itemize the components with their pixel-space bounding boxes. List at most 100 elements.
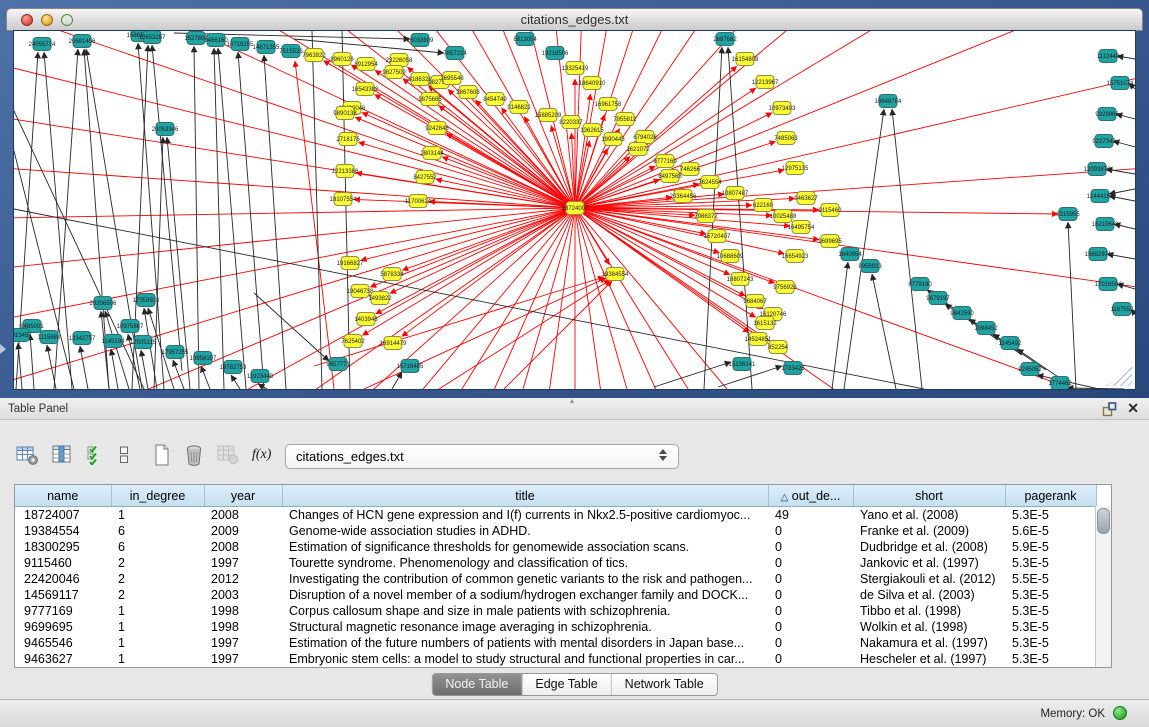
graph-node[interactable]: 8960128 bbox=[330, 53, 354, 66]
graph-edge[interactable] bbox=[832, 262, 848, 389]
graph-node[interactable]: 11700624 bbox=[405, 195, 432, 208]
graph-edge[interactable] bbox=[575, 31, 1135, 208]
graph-node[interactable]: 9679197 bbox=[926, 292, 950, 305]
graph-node[interactable]: 16495754 bbox=[788, 221, 815, 234]
graph-node[interactable]: 6497568 bbox=[658, 170, 682, 183]
graph-node[interactable]: 16782753 bbox=[220, 361, 247, 374]
graph-node[interactable]: 24055724 bbox=[29, 38, 56, 51]
graph-node[interactable]: 1145492 bbox=[999, 337, 1023, 350]
network-window-titlebar[interactable]: citations_edges.txt bbox=[6, 8, 1143, 31]
show-columns-icon[interactable] bbox=[52, 445, 73, 465]
scrollbar-thumb[interactable] bbox=[1097, 508, 1110, 534]
graph-node[interactable]: 8427552 bbox=[413, 171, 437, 184]
graph-node[interactable]: 622160 bbox=[753, 199, 774, 212]
select-columns-icon[interactable] bbox=[86, 445, 105, 465]
graph-node[interactable]: 8813054 bbox=[513, 33, 537, 46]
graph-edge[interactable] bbox=[575, 208, 1135, 389]
graph-node[interactable]: 7857224 bbox=[443, 47, 467, 60]
graph-node[interactable]: 6794028 bbox=[633, 131, 657, 144]
column-header-in-degree[interactable]: in_degree bbox=[111, 485, 204, 507]
graph-edge[interactable] bbox=[575, 208, 1135, 389]
graph-node[interactable]: 15751074 bbox=[1107, 77, 1134, 90]
graph-edge[interactable] bbox=[312, 31, 322, 389]
graph-edge[interactable] bbox=[14, 151, 74, 389]
tab-edge-table[interactable]: Edge Table bbox=[521, 674, 610, 695]
graph-edge[interactable] bbox=[439, 280, 610, 389]
table-selector-dropdown[interactable]: citations_edges.txt bbox=[285, 444, 679, 469]
graph-edge[interactable] bbox=[364, 278, 606, 389]
graph-node[interactable]: 1640954 bbox=[838, 248, 862, 261]
graph-node[interactable]: 1493822 bbox=[368, 292, 392, 305]
graph-edge[interactable] bbox=[575, 208, 1135, 389]
tab-network-table[interactable]: Network Table bbox=[611, 674, 717, 695]
graph-edge[interactable] bbox=[872, 274, 896, 389]
graph-node[interactable]: 14671355 bbox=[253, 41, 280, 54]
graph-edge[interactable] bbox=[892, 109, 922, 389]
graph-node[interactable]: 8215955 bbox=[1056, 208, 1080, 221]
graph-node[interactable]: 9329966 bbox=[1095, 108, 1119, 121]
graph-node[interactable]: 1774462 bbox=[1048, 377, 1072, 390]
graph-edge[interactable] bbox=[18, 343, 22, 389]
graph-node[interactable]: 2803144 bbox=[420, 147, 444, 160]
graph-node[interactable]: 16210643 bbox=[1092, 218, 1119, 231]
graph-edge[interactable] bbox=[575, 31, 1135, 208]
graph-node[interactable]: 7955812 bbox=[613, 113, 637, 126]
graph-node[interactable]: 15716485 bbox=[397, 360, 424, 373]
table-mode-icon[interactable] bbox=[16, 445, 39, 466]
row-height-icon[interactable] bbox=[118, 445, 130, 465]
graph-node[interactable]: 9827509 bbox=[382, 66, 406, 79]
graph-node[interactable]: 746266 bbox=[680, 163, 701, 176]
graph-node[interactable]: 2718176 bbox=[336, 133, 360, 146]
graph-node[interactable]: 19166827 bbox=[337, 257, 364, 270]
column-header-year[interactable]: year bbox=[204, 485, 282, 507]
graph-node[interactable]: 12444151 bbox=[1087, 190, 1114, 203]
graph-node[interactable]: 9245052 bbox=[1018, 363, 1042, 376]
graph-node[interactable]: 1403948 bbox=[354, 313, 378, 326]
column-header-out-degree[interactable]: △ out_de... bbox=[768, 485, 853, 507]
column-header-pagerank[interactable]: pagerank bbox=[1005, 485, 1096, 507]
close-panel-icon[interactable]: ✕ bbox=[1127, 400, 1139, 417]
graph-node[interactable]: 10973493 bbox=[769, 102, 796, 115]
graph-node[interactable]: 8220337 bbox=[559, 116, 583, 129]
graph-node[interactable]: 9699695 bbox=[818, 235, 842, 248]
graph-edge[interactable] bbox=[575, 208, 1135, 389]
delete-column-icon[interactable] bbox=[184, 444, 204, 467]
graph-node[interactable]: 7986372 bbox=[694, 210, 718, 223]
graph-edge[interactable] bbox=[194, 46, 199, 389]
graph-node[interactable]: 10688609 bbox=[717, 250, 744, 263]
graph-edge[interactable] bbox=[402, 208, 575, 336]
graph-node[interactable]: 1115688 bbox=[38, 331, 61, 344]
table-row[interactable]: 1938455462009Genome-wide association stu… bbox=[15, 523, 1096, 539]
graph-edge[interactable] bbox=[392, 372, 402, 389]
graph-edge[interactable] bbox=[575, 31, 1135, 208]
graph-node[interactable]: 13325419 bbox=[562, 62, 589, 75]
graph-edge[interactable] bbox=[231, 375, 240, 389]
graph-node[interactable]: 9890138 bbox=[333, 107, 357, 120]
float-panel-icon[interactable] bbox=[1102, 402, 1117, 417]
graph-edge[interactable] bbox=[362, 113, 575, 208]
graph-node[interactable]: 7963822 bbox=[302, 49, 326, 62]
graph-node[interactable]: 12975135 bbox=[782, 162, 809, 175]
graph-node[interactable]: 1167552 bbox=[1111, 303, 1135, 316]
table-row[interactable]: 946362711997Embryonic stem cells: a mode… bbox=[15, 651, 1096, 667]
graph-node[interactable]: 16033809 bbox=[407, 34, 434, 47]
graph-node[interactable]: 7515526 bbox=[279, 45, 303, 58]
function-builder-icon[interactable]: f(x) bbox=[252, 447, 271, 463]
graph-edge[interactable] bbox=[14, 111, 144, 389]
graph-node[interactable]: 12213386 bbox=[332, 165, 359, 178]
graph-edge[interactable] bbox=[575, 208, 1135, 389]
graph-node[interactable]: 7485063 bbox=[774, 132, 798, 145]
zoom-window-icon[interactable] bbox=[61, 14, 73, 26]
table-row[interactable]: 946554611997Estimation of the future num… bbox=[15, 635, 1096, 651]
graph-edge[interactable] bbox=[504, 281, 612, 389]
graph-node[interactable]: 10975887 bbox=[117, 320, 144, 333]
graph-node[interactable]: 15692971 bbox=[1085, 248, 1112, 261]
graph-edge[interactable] bbox=[1068, 222, 1076, 389]
graph-node[interactable]: 18807243 bbox=[727, 273, 754, 286]
graph-node[interactable]: 12093872 bbox=[1084, 163, 1111, 176]
graph-edge[interactable] bbox=[1117, 56, 1135, 59]
graph-node[interactable]: 20691406 bbox=[69, 35, 96, 48]
table-row[interactable]: 2242004622012Investigating the contribut… bbox=[15, 571, 1096, 587]
graph-node[interactable]: 16154808 bbox=[732, 53, 759, 66]
graph-node[interactable]: 12213967 bbox=[752, 76, 779, 89]
